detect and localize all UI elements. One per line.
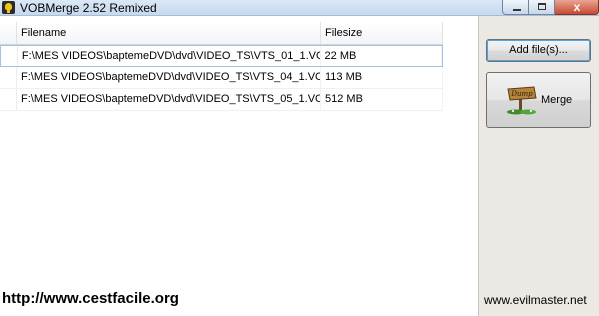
dump-sign-icon: Dump [507, 86, 537, 115]
filename-cell: F:\MES VIDEOS\baptemeDVD\dvd\VIDEO_TS\VT… [17, 89, 321, 110]
title-bar[interactable]: VOBMerge 2.52 Remixed x [0, 0, 599, 16]
filesize-cell: 113 MB [321, 67, 443, 88]
table-row[interactable]: F:\MES VIDEOS\baptemeDVD\dvd\VIDEO_TS\VT… [0, 89, 443, 111]
window-controls: x [502, 0, 599, 16]
merge-label: Merge [541, 94, 573, 106]
table-row[interactable]: F:\MES VIDEOS\baptemeDVD\dvd\VIDEO_TS\VT… [0, 45, 443, 67]
watermark-url: http://www.cestfacile.org [2, 290, 179, 307]
maximize-icon [538, 3, 546, 10]
merge-button[interactable]: Dump Merge [486, 72, 591, 128]
side-panel: Add file(s)... Dump Merge www.evilmaster… [478, 16, 599, 316]
close-button[interactable]: x [555, 0, 599, 15]
filesize-cell: 512 MB [321, 89, 443, 110]
close-icon: x [573, 0, 581, 14]
column-header-filesize[interactable]: Filesize [321, 22, 443, 44]
column-header-filename[interactable]: Filename [17, 22, 321, 44]
app-icon [2, 1, 15, 14]
main-area: Filename Filesize F:\MES VIDEOS\baptemeD… [0, 16, 478, 316]
header-selector [0, 22, 17, 44]
list-header: Filename Filesize [0, 22, 443, 45]
maximize-button[interactable] [529, 0, 555, 15]
dump-sign-text: Dump [510, 90, 533, 98]
filename-cell: F:\MES VIDEOS\baptemeDVD\dvd\VIDEO_TS\VT… [17, 67, 321, 88]
filesize-cell: 22 MB [321, 46, 442, 66]
minimize-button[interactable] [502, 0, 529, 15]
row-selector [1, 46, 18, 66]
table-row[interactable]: F:\MES VIDEOS\baptemeDVD\dvd\VIDEO_TS\VT… [0, 67, 443, 89]
brand-url: www.evilmaster.net [484, 293, 587, 307]
filename-cell: F:\MES VIDEOS\baptemeDVD\dvd\VIDEO_TS\VT… [18, 46, 321, 66]
file-list[interactable]: Filename Filesize F:\MES VIDEOS\baptemeD… [0, 22, 443, 111]
window-title: VOBMerge 2.52 Remixed [20, 1, 157, 15]
add-files-button[interactable]: Add file(s)... [486, 39, 591, 62]
row-selector [0, 67, 17, 88]
minimize-icon [513, 9, 521, 11]
row-selector [0, 89, 17, 110]
